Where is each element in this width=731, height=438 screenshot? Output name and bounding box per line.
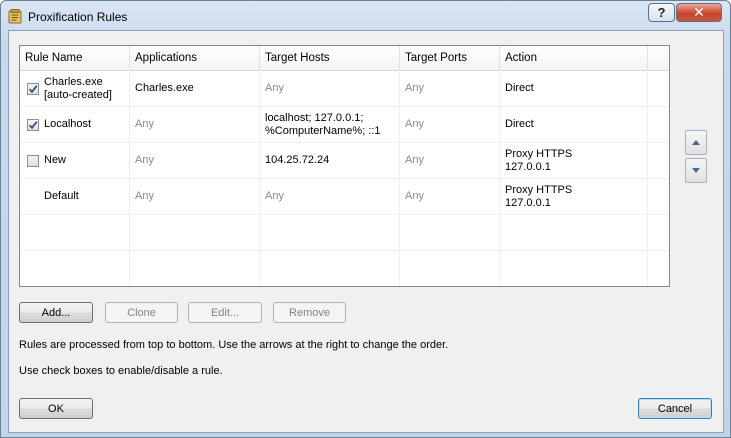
rule-enabled-checkbox[interactable] xyxy=(27,83,39,95)
table-row[interactable]: Charles.exe [auto-created] Charles.exe A… xyxy=(20,71,669,107)
target-ports-cell: Any xyxy=(405,118,424,130)
close-icon: ✕ xyxy=(693,4,705,20)
applications-cell: Any xyxy=(135,118,154,130)
rule-name: Localhost xyxy=(44,118,92,130)
column-header-action[interactable]: Action xyxy=(500,46,648,70)
action-cell: Direct xyxy=(505,118,534,130)
check-icon xyxy=(28,85,38,94)
action-cell: Proxy HTTPS 127.0.0.1 xyxy=(500,179,648,214)
action-line: Proxy HTTPS xyxy=(505,147,573,160)
rule-name-suffix: [auto-created] xyxy=(44,88,112,101)
target-hosts-cell: localhost; 127.0.0.1; %ComputerName%; ::… xyxy=(260,107,400,142)
rules-table[interactable]: Rule Name Applications Target Hosts Targ… xyxy=(19,45,670,287)
move-up-button[interactable] xyxy=(685,130,707,155)
target-ports-cell: Any xyxy=(405,82,424,94)
target-hosts-cell: Any xyxy=(265,190,284,202)
title-bar[interactable]: Proxification Rules ? ✕ xyxy=(1,1,730,31)
add-button[interactable]: Add... xyxy=(19,302,93,323)
target-hosts-cell: 104.25.72.24 xyxy=(265,154,330,166)
action-cell: Proxy HTTPS 127.0.0.1 xyxy=(500,143,648,178)
rule-name: Charles.exe xyxy=(44,75,103,88)
rule-enabled-checkbox[interactable] xyxy=(27,119,39,131)
action-line: Proxy HTTPS xyxy=(505,183,573,196)
arrow-down-icon xyxy=(692,168,700,173)
clone-button[interactable]: Clone xyxy=(105,302,178,323)
applications-cell: Any xyxy=(135,190,154,202)
table-header: Rule Name Applications Target Hosts Targ… xyxy=(20,46,669,71)
remove-button[interactable]: Remove xyxy=(273,302,346,323)
empty-row xyxy=(20,251,669,286)
table-row[interactable]: Default Any Any Any Proxy HTTPS 127.0.0.… xyxy=(20,179,669,215)
target-hosts-cell: Any xyxy=(265,82,284,94)
target-hosts-line: localhost; 127.0.0.1; xyxy=(265,111,364,124)
rule-name-cell: Charles.exe [auto-created] xyxy=(39,71,129,106)
check-icon xyxy=(28,121,38,130)
rule-name-cell: New xyxy=(39,143,129,178)
table-row[interactable]: New Any 104.25.72.24 Any Proxy HTTPS 127… xyxy=(20,143,669,179)
empty-row xyxy=(20,215,669,251)
edit-button[interactable]: Edit... xyxy=(188,302,262,323)
rule-name: Default xyxy=(44,190,79,202)
info-text-order: Rules are processed from top to bottom. … xyxy=(19,339,449,351)
info-text-checkboxes: Use check boxes to enable/disable a rule… xyxy=(19,365,223,377)
column-header-target-hosts[interactable]: Target Hosts xyxy=(260,46,400,70)
window-title: Proxification Rules xyxy=(28,10,128,24)
help-button[interactable]: ? xyxy=(648,3,675,22)
dialog-window: Proxification Rules ? ✕ Rule Name Applic… xyxy=(0,0,731,438)
dialog-client-area: Rule Name Applications Target Hosts Targ… xyxy=(8,30,724,433)
rule-name-cell: Default xyxy=(39,179,129,214)
column-header-target-ports[interactable]: Target Ports xyxy=(400,46,500,70)
target-hosts-line: %ComputerName%; ::1 xyxy=(265,124,381,137)
action-line: 127.0.0.1 xyxy=(505,160,551,173)
rule-enabled-checkbox[interactable] xyxy=(27,155,39,167)
column-header-rule-name[interactable]: Rule Name xyxy=(20,46,130,70)
applications-cell: Charles.exe xyxy=(135,82,194,94)
proxifier-icon xyxy=(8,9,22,24)
action-line: 127.0.0.1 xyxy=(505,196,551,209)
applications-cell: Any xyxy=(135,154,154,166)
rule-name-cell: Localhost xyxy=(39,107,129,142)
target-ports-cell: Any xyxy=(405,190,424,202)
arrow-up-icon xyxy=(692,140,700,145)
action-cell: Direct xyxy=(505,82,534,94)
rule-name: New xyxy=(44,154,67,166)
move-down-button[interactable] xyxy=(685,158,707,183)
target-ports-cell: Any xyxy=(405,154,424,166)
column-header-applications[interactable]: Applications xyxy=(130,46,260,70)
close-button[interactable]: ✕ xyxy=(676,3,722,22)
ok-button[interactable]: OK xyxy=(19,398,93,419)
cancel-button[interactable]: Cancel xyxy=(638,398,712,419)
table-row[interactable]: Localhost Any localhost; 127.0.0.1; %Com… xyxy=(20,107,669,143)
